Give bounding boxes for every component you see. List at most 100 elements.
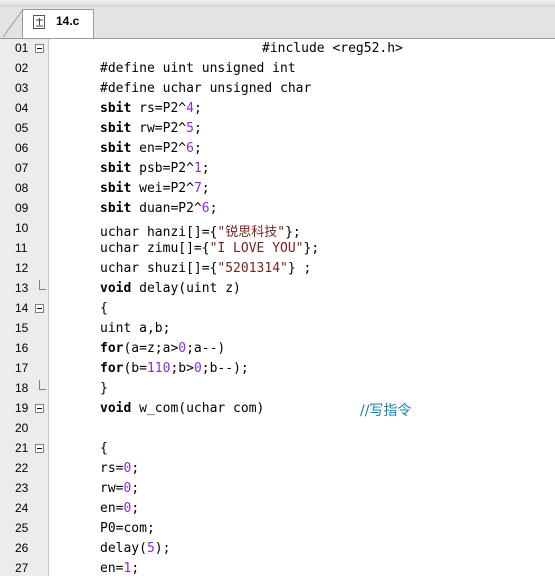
code-comment: //写指令: [360, 403, 412, 419]
line-number: 27: [15, 561, 29, 575]
code-line: 18 }: [0, 380, 555, 400]
line-number: 02: [15, 61, 29, 75]
code-fragment: delay(uint z): [131, 281, 241, 296]
keyword: sbit: [100, 141, 132, 156]
code-text: rw=0;: [100, 481, 139, 496]
code-line: 05 sbit rw=P2^5;: [0, 120, 555, 140]
code-line: 07 sbit psb=P2^1;: [0, 160, 555, 180]
code-text: en=0;: [100, 501, 139, 516]
code-line: 14 {: [0, 300, 555, 320]
code-fragment: en=P2^: [131, 141, 187, 156]
code-fragment: en=: [100, 501, 124, 516]
code-line: 08 sbit wei=P2^7;: [0, 180, 555, 200]
code-text: for(b=110;b>0;b--);: [100, 361, 249, 376]
code-fragment: rw=P2^: [131, 121, 187, 136]
code-editor[interactable]: 01 #include <reg52.h> 02 #define uint un…: [0, 40, 555, 576]
code-fragment: rs=: [100, 461, 124, 476]
code-fragment: (b=: [123, 361, 147, 376]
code-fragment: rs=P2^: [131, 101, 187, 116]
code-line: 26 delay(5);: [0, 540, 555, 560]
line-number: 24: [15, 501, 29, 515]
code-fragment: ;: [201, 161, 210, 176]
keyword: sbit: [100, 161, 132, 176]
line-number: 13: [15, 281, 29, 295]
code-text: sbit rs=P2^4;: [100, 101, 202, 116]
number-literal: 7: [193, 181, 202, 196]
tab-14c[interactable]: 14.c: [22, 9, 94, 38]
fold-end-icon: [39, 280, 46, 290]
line-number: 05: [15, 121, 29, 135]
number-literal: 0: [178, 341, 187, 356]
code-text: void w_com(uchar com): [100, 401, 264, 416]
code-fragment: psb=P2^: [131, 161, 194, 176]
code-fragment: duan=P2^: [131, 201, 202, 216]
code-fragment: ;a--): [186, 341, 226, 356]
line-number: 22: [15, 461, 29, 475]
fold-end-icon: [39, 380, 46, 390]
code-text: uchar zimu[]={"I LOVE YOU"};: [100, 241, 319, 256]
code-fragment: uchar zimu[]={: [100, 241, 210, 256]
code-text: uint a,b;: [100, 321, 171, 336]
code-fragment: en=: [100, 561, 124, 576]
code-fragment: delay(: [100, 541, 147, 556]
code-line: 19 void w_com(uchar com) //写指令: [0, 400, 555, 420]
code-fragment: ;: [193, 121, 202, 136]
code-text: {: [100, 441, 108, 456]
code-fragment: wei=P2^: [131, 181, 194, 196]
code-text: sbit en=P2^6;: [100, 141, 202, 156]
code-line: 20: [0, 420, 555, 440]
code-line: 01 #include <reg52.h>: [0, 40, 555, 60]
fold-minus-icon[interactable]: [35, 404, 44, 413]
code-text: delay(5);: [100, 541, 170, 556]
line-number: 20: [15, 421, 29, 435]
code-fragment: };: [303, 241, 320, 256]
keyword: void: [100, 401, 132, 416]
line-number: 08: [15, 181, 29, 195]
line-number: 26: [15, 541, 29, 555]
code-text: uchar hanzi[]={"锐思科技"};: [100, 221, 301, 240]
tab-label: 14.c: [56, 14, 80, 28]
code-line: 16 for(a=z;a>0;a--): [0, 340, 555, 360]
code-fragment: } ;: [287, 261, 312, 276]
code-line: 04 sbit rs=P2^4;: [0, 100, 555, 120]
code-text: P0=com;: [100, 521, 155, 536]
code-fragment: ;: [201, 181, 210, 196]
code-line: 23 rw=0;: [0, 480, 555, 500]
number-literal: 6: [201, 201, 210, 216]
line-number: 10: [15, 221, 29, 235]
keyword: sbit: [100, 201, 132, 216]
keyword: for: [100, 361, 124, 376]
code-fragment: rw=: [100, 481, 124, 496]
code-fragment: ;: [193, 141, 202, 156]
code-fragment: ;: [131, 561, 140, 576]
number-literal: 4: [186, 101, 194, 116]
code-line: 11 uchar zimu[]={"I LOVE YOU"};: [0, 240, 555, 260]
fold-minus-icon[interactable]: [35, 44, 44, 53]
code-fragment: };: [285, 225, 301, 240]
c-file-icon: [33, 15, 45, 29]
code-line: 03 #define uchar unsigned char: [0, 80, 555, 100]
line-number: 18: [15, 381, 29, 395]
code-fragment: (a=z;a>: [123, 341, 179, 356]
code-text: #define uint unsigned int: [100, 61, 296, 76]
fold-minus-icon[interactable]: [35, 304, 44, 313]
fold-minus-icon[interactable]: [35, 444, 44, 453]
tab-bar-strip: [0, 0, 555, 7]
code-text: rs=0;: [100, 461, 139, 476]
code-line: 15 uint a,b;: [0, 320, 555, 340]
keyword: for: [100, 341, 124, 356]
keyword: void: [100, 281, 132, 296]
code-fragment: w_com(uchar com): [131, 401, 265, 416]
code-line: 27 en=1;: [0, 560, 555, 580]
line-number: 09: [15, 201, 29, 215]
keyword: sbit: [100, 121, 132, 136]
code-fragment: ;b--);: [201, 361, 249, 376]
code-fragment: );: [154, 541, 171, 556]
code-fragment: ;: [131, 501, 140, 516]
number-literal: 5: [146, 541, 155, 556]
number-literal: 1: [193, 161, 202, 176]
line-number: 01: [15, 41, 29, 55]
code-fragment: ;: [131, 481, 140, 496]
line-number: 19: [15, 401, 29, 415]
code-fragment: uchar hanzi[]={: [100, 225, 218, 240]
